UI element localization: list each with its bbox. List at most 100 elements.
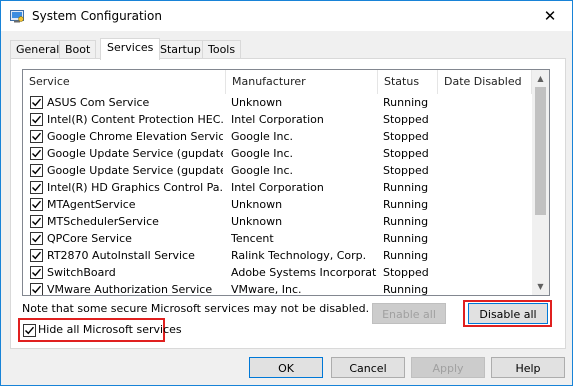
table-row[interactable]: Intel(R) Content Protection HEC... Intel … bbox=[23, 111, 532, 128]
cell-date-disabled bbox=[443, 179, 531, 196]
cell-status: Stopped bbox=[383, 113, 429, 126]
service-checkbox[interactable] bbox=[30, 215, 43, 228]
services-list-header: Service Manufacturer Status Date Disable… bbox=[23, 70, 532, 94]
table-row[interactable]: VMware Authorization Service VMware, Inc.… bbox=[23, 281, 532, 296]
secure-services-note: Note that some secure Microsoft services… bbox=[22, 302, 370, 315]
table-row[interactable]: MTAgentService Unknown Running bbox=[23, 196, 532, 213]
table-row[interactable]: Google Chrome Elevation Service Google In… bbox=[23, 128, 532, 145]
cell-name: Google Update Service (gupdatem) bbox=[47, 164, 223, 177]
cell-name: RT2870 AutoInstall Service bbox=[47, 249, 195, 262]
cell-name: SwitchBoard bbox=[47, 266, 116, 279]
scroll-up-arrow-icon[interactable]: ▲ bbox=[532, 70, 549, 87]
window-title: System Configuration bbox=[32, 9, 162, 23]
tab-strip: General Boot Services Startup Tools bbox=[1, 31, 572, 60]
checkmark-icon bbox=[32, 268, 42, 277]
tab-startup[interactable]: Startup bbox=[154, 40, 207, 59]
cell-manufacturer: Ralink Technology, Corp. bbox=[231, 249, 367, 262]
service-checkbox[interactable] bbox=[30, 249, 43, 262]
cell-name: Google Update Service (gupdate) bbox=[47, 147, 223, 160]
checkmark-icon bbox=[32, 132, 42, 141]
cell-manufacturer: VMware, Inc. bbox=[231, 283, 302, 296]
column-header-status[interactable]: Status bbox=[378, 70, 438, 94]
table-row[interactable]: Google Update Service (gupdatem) Google I… bbox=[23, 162, 532, 179]
table-row[interactable]: SwitchBoard Adobe Systems Incorporated Sto… bbox=[23, 264, 532, 281]
cell-date-disabled bbox=[443, 264, 531, 281]
service-checkbox[interactable] bbox=[30, 96, 43, 109]
cell-manufacturer: Google Inc. bbox=[231, 130, 294, 143]
cell-date-disabled bbox=[443, 94, 531, 111]
service-checkbox[interactable] bbox=[30, 283, 43, 295]
cell-status: Running bbox=[383, 215, 429, 228]
cell-name: VMware Authorization Service bbox=[47, 283, 213, 296]
cell-status: Running bbox=[383, 198, 429, 211]
tab-tools[interactable]: Tools bbox=[202, 40, 242, 59]
cell-manufacturer: Intel Corporation bbox=[231, 181, 324, 194]
enable-all-button[interactable]: Enable all bbox=[372, 303, 446, 324]
checkmark-icon bbox=[32, 285, 42, 294]
cell-status: Running bbox=[383, 96, 429, 109]
cell-name: Intel(R) Content Protection HEC... bbox=[47, 113, 223, 126]
cell-name: Intel(R) HD Graphics Control Pa... bbox=[47, 181, 223, 194]
service-checkbox[interactable] bbox=[30, 130, 43, 143]
checkmark-icon bbox=[32, 183, 42, 192]
apply-button[interactable]: Apply bbox=[411, 357, 485, 378]
title-bar: System Configuration ✕ bbox=[1, 1, 572, 31]
service-checkbox[interactable] bbox=[30, 232, 43, 245]
msconfig-app-icon bbox=[10, 9, 24, 23]
cell-manufacturer: Google Inc. bbox=[231, 164, 294, 177]
service-checkbox[interactable] bbox=[30, 164, 43, 177]
cell-status: Stopped bbox=[383, 164, 429, 177]
table-row[interactable]: MTSchedulerService Unknown Running bbox=[23, 213, 532, 230]
cell-manufacturer: Tencent bbox=[231, 232, 274, 245]
checkmark-icon bbox=[32, 200, 42, 209]
column-header-service[interactable]: Service bbox=[23, 70, 226, 94]
checkmark-icon bbox=[32, 115, 42, 124]
services-scrollbar[interactable]: ▲ ▼ bbox=[532, 70, 549, 295]
table-row[interactable]: RT2870 AutoInstall Service Ralink Technol… bbox=[23, 247, 532, 264]
service-checkbox[interactable] bbox=[30, 147, 43, 160]
checkmark-icon bbox=[32, 98, 42, 107]
tab-boot[interactable]: Boot bbox=[59, 40, 97, 59]
service-checkbox[interactable] bbox=[30, 181, 43, 194]
cell-name: MTSchedulerService bbox=[47, 215, 159, 228]
checkmark-icon bbox=[32, 217, 42, 226]
cell-status: Running bbox=[383, 232, 429, 245]
column-header-manufacturer[interactable]: Manufacturer bbox=[226, 70, 378, 94]
service-checkbox[interactable] bbox=[30, 266, 43, 279]
checkmark-icon bbox=[32, 166, 42, 175]
table-row[interactable]: QPCore Service Tencent Running bbox=[23, 230, 532, 247]
hide-microsoft-services-checkbox[interactable] bbox=[23, 324, 36, 337]
checkmark-icon bbox=[32, 149, 42, 158]
checkmark-icon bbox=[25, 326, 35, 335]
cell-manufacturer: Google Inc. bbox=[231, 147, 294, 160]
column-header-date-disabled[interactable]: Date Disabled bbox=[438, 70, 532, 94]
cell-date-disabled bbox=[443, 247, 531, 264]
cancel-button[interactable]: Cancel bbox=[331, 357, 405, 378]
scroll-down-arrow-icon[interactable]: ▼ bbox=[532, 278, 549, 295]
disable-all-highlight bbox=[463, 300, 552, 327]
services-list[interactable]: Service Manufacturer Status Date Disable… bbox=[22, 69, 550, 296]
tab-services[interactable]: Services bbox=[100, 38, 161, 60]
cell-date-disabled bbox=[443, 162, 531, 179]
table-row[interactable]: Google Update Service (gupdate) Google In… bbox=[23, 145, 532, 162]
hide-microsoft-services-label[interactable]: Hide all Microsoft services bbox=[38, 323, 182, 336]
service-checkbox[interactable] bbox=[30, 198, 43, 211]
table-row[interactable]: ASUS Com Service Unknown Running bbox=[23, 94, 532, 111]
table-row[interactable]: Intel(R) HD Graphics Control Pa... Intel … bbox=[23, 179, 532, 196]
cell-date-disabled bbox=[443, 196, 531, 213]
scroll-thumb[interactable] bbox=[535, 87, 546, 215]
cell-manufacturer: Adobe Systems Incorporated bbox=[231, 266, 377, 279]
cell-status: Running bbox=[383, 249, 429, 262]
cell-date-disabled bbox=[443, 111, 531, 128]
tab-general[interactable]: General bbox=[10, 40, 66, 59]
cell-name: MTAgentService bbox=[47, 198, 136, 211]
cell-manufacturer: Unknown bbox=[231, 198, 283, 211]
cell-date-disabled bbox=[443, 230, 531, 247]
cell-status: Running bbox=[383, 283, 429, 296]
cell-manufacturer: Unknown bbox=[231, 96, 283, 109]
help-button[interactable]: Help bbox=[491, 357, 565, 378]
service-checkbox[interactable] bbox=[30, 113, 43, 126]
ok-button[interactable]: OK bbox=[249, 357, 323, 378]
cell-status: Stopped bbox=[383, 266, 429, 279]
close-icon[interactable]: ✕ bbox=[528, 1, 572, 31]
